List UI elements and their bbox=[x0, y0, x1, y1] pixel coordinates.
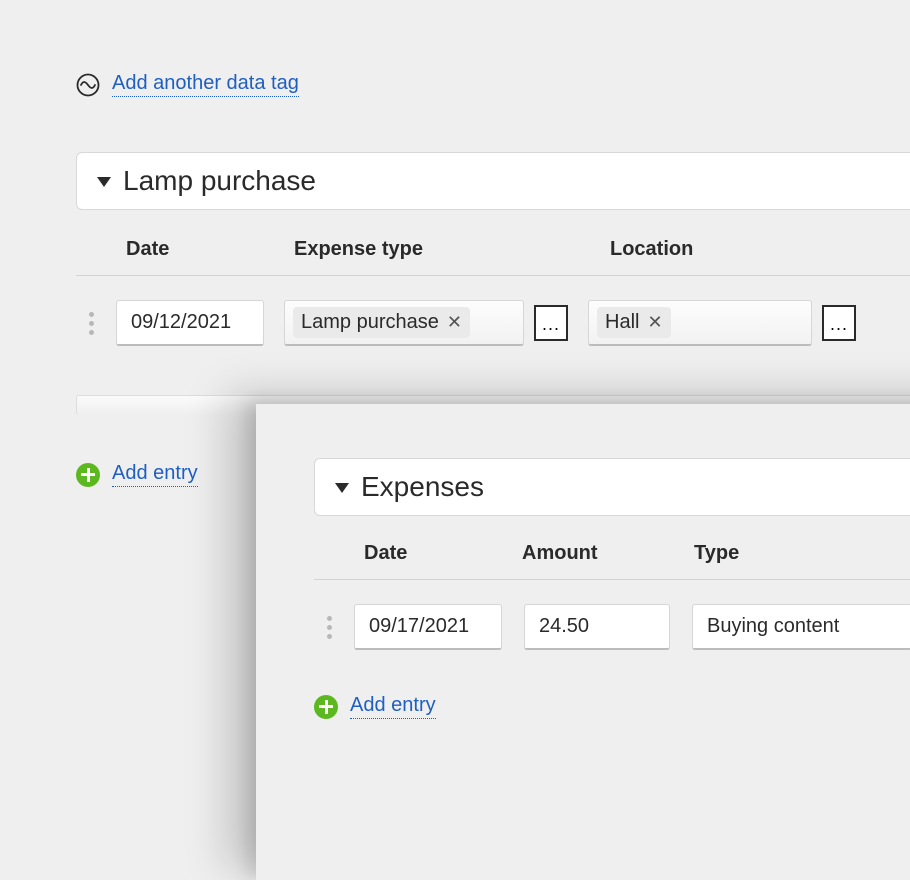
expense-type-more-button[interactable]: ... bbox=[534, 305, 568, 341]
chip-remove-icon[interactable]: ✕ bbox=[447, 312, 462, 333]
add-entry-link[interactable]: Add entry bbox=[112, 462, 198, 487]
col-date: Date bbox=[314, 542, 522, 565]
drag-handle-icon[interactable] bbox=[76, 312, 116, 335]
location-field: Hall ✕ ... bbox=[588, 300, 856, 346]
chip-remove-icon[interactable]: ✕ bbox=[647, 312, 662, 333]
add-entry-link[interactable]: Add entry bbox=[350, 694, 436, 719]
panel-title: Lamp purchase bbox=[123, 165, 316, 197]
col-amount: Amount bbox=[522, 542, 694, 565]
panel-header[interactable]: Expenses bbox=[314, 458, 910, 516]
panel-title: Expenses bbox=[361, 471, 484, 503]
row-separator bbox=[76, 275, 910, 276]
panel-header[interactable]: Lamp purchase bbox=[76, 152, 910, 210]
plus-circle-icon bbox=[76, 463, 100, 487]
date-input[interactable] bbox=[354, 604, 502, 650]
column-headers: Date Amount Type bbox=[314, 516, 910, 579]
table-row bbox=[314, 604, 910, 650]
amount-input[interactable] bbox=[524, 604, 670, 650]
panel-expenses: Expenses Date Amount Type Add entry bbox=[256, 404, 910, 880]
add-entry-row: Add entry bbox=[314, 694, 910, 719]
expense-type-field: Lamp purchase ✕ ... bbox=[284, 300, 568, 346]
location-tagbox[interactable]: Hall ✕ bbox=[588, 300, 812, 346]
drag-handle-icon[interactable] bbox=[314, 616, 354, 639]
collapse-triangle-icon bbox=[97, 177, 111, 187]
add-entry-row: Add entry bbox=[76, 462, 198, 487]
col-location: Location bbox=[610, 238, 910, 261]
date-input[interactable] bbox=[116, 300, 264, 346]
chip-label: Lamp purchase bbox=[301, 311, 439, 334]
table-row: Lamp purchase ✕ ... Hall ✕ ... bbox=[76, 300, 910, 346]
chip-label: Hall bbox=[605, 311, 639, 334]
type-input[interactable] bbox=[692, 604, 910, 650]
expense-type-tagbox[interactable]: Lamp purchase ✕ bbox=[284, 300, 524, 346]
location-chip: Hall ✕ bbox=[597, 307, 671, 338]
wave-icon bbox=[76, 73, 100, 97]
plus-circle-icon bbox=[314, 695, 338, 719]
add-data-tag-row: Add another data tag bbox=[76, 72, 299, 97]
add-data-tag-link[interactable]: Add another data tag bbox=[112, 72, 299, 97]
row-separator bbox=[314, 579, 910, 580]
panel-lamp-purchase: Lamp purchase Date Expense type Location… bbox=[76, 152, 910, 346]
location-more-button[interactable]: ... bbox=[822, 305, 856, 341]
col-date: Date bbox=[76, 238, 294, 261]
column-headers: Date Expense type Location bbox=[76, 210, 910, 275]
expense-type-chip: Lamp purchase ✕ bbox=[293, 307, 470, 338]
col-expense-type: Expense type bbox=[294, 238, 610, 261]
collapse-triangle-icon bbox=[335, 483, 349, 493]
col-type: Type bbox=[694, 542, 894, 565]
